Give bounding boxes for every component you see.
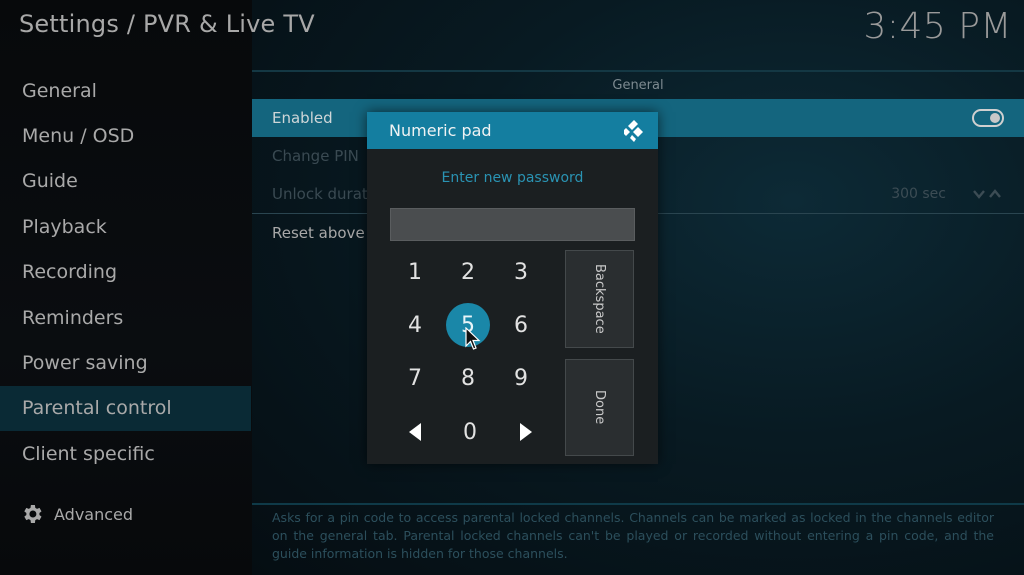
key-0[interactable]: 0 xyxy=(448,410,492,454)
sidebar-item-menu-osd[interactable]: Menu / OSD xyxy=(0,113,251,158)
sidebar-item-label: Parental control xyxy=(22,397,172,420)
password-input[interactable] xyxy=(390,208,635,241)
dialog-header: Numeric pad xyxy=(367,112,658,149)
sidebar-item-power-saving[interactable]: Power saving xyxy=(0,340,251,385)
sidebar: General Menu / OSD Guide Playback Record… xyxy=(0,68,251,477)
sidebar-item-label: Client specific xyxy=(22,442,155,465)
sidebar-item-label: Guide xyxy=(22,170,78,193)
sidebar-item-label: Recording xyxy=(22,261,118,284)
setting-label: Change PIN xyxy=(272,147,359,165)
dialog-title: Numeric pad xyxy=(389,121,492,140)
sidebar-item-label: Power saving xyxy=(22,352,148,375)
cursor-right-button[interactable] xyxy=(504,410,548,454)
advanced-label: Advanced xyxy=(54,504,134,524)
numeric-pad-dialog: Numeric pad Enter new password 1 2 3 4 5… xyxy=(367,112,658,464)
sidebar-item-recording[interactable]: Recording xyxy=(0,250,251,295)
sidebar-item-general[interactable]: General xyxy=(0,68,251,113)
key-9[interactable]: 9 xyxy=(499,356,543,400)
kodi-logo-icon xyxy=(624,120,643,142)
group-header: General xyxy=(612,78,664,93)
sidebar-item-reminders[interactable]: Reminders xyxy=(0,295,251,340)
sidebar-item-label: General xyxy=(22,79,97,102)
enabled-toggle[interactable] xyxy=(972,109,1004,127)
toggle-knob xyxy=(990,113,1000,123)
sidebar-item-label: Playback xyxy=(22,215,107,238)
arrow-right-icon xyxy=(520,423,532,441)
sidebar-item-label: Reminders xyxy=(22,306,124,329)
advanced-settings-button[interactable]: Advanced xyxy=(20,502,133,526)
sidebar-item-playback[interactable]: Playback xyxy=(0,204,251,249)
done-label: Done xyxy=(592,390,607,425)
key-6[interactable]: 6 xyxy=(499,303,543,347)
key-2[interactable]: 2 xyxy=(446,250,490,294)
key-5[interactable]: 5 xyxy=(446,303,490,347)
setting-label: Enabled xyxy=(272,109,333,127)
backspace-button[interactable]: Backspace xyxy=(565,250,634,348)
sidebar-item-parental-control[interactable]: Parental control xyxy=(0,385,251,432)
chevron-down-icon[interactable] xyxy=(972,187,986,201)
key-1[interactable]: 1 xyxy=(393,250,437,294)
dialog-prompt: Enter new password xyxy=(441,170,584,186)
page-title: Settings / PVR & Live TV xyxy=(19,10,315,38)
setting-description: Asks for a pin code to access parental l… xyxy=(272,510,994,561)
gear-icon xyxy=(24,505,42,523)
backspace-label: Backspace xyxy=(592,264,607,334)
description-divider xyxy=(252,503,1024,505)
sidebar-item-guide[interactable]: Guide xyxy=(0,159,251,204)
clock: 3:45 PM xyxy=(863,6,1012,47)
done-button[interactable]: Done xyxy=(565,359,634,456)
key-8[interactable]: 8 xyxy=(446,356,490,400)
key-7[interactable]: 7 xyxy=(393,356,437,400)
key-4[interactable]: 4 xyxy=(393,303,437,347)
sidebar-item-client-specific[interactable]: Client specific xyxy=(0,431,251,476)
chevron-up-icon[interactable] xyxy=(988,187,1002,201)
sidebar-item-label: Menu / OSD xyxy=(22,125,135,148)
value-spinner[interactable] xyxy=(972,187,1002,201)
setting-value: 300 sec xyxy=(891,186,946,202)
arrow-left-icon xyxy=(409,423,421,441)
key-3[interactable]: 3 xyxy=(499,250,543,294)
cursor-left-button[interactable] xyxy=(393,410,437,454)
